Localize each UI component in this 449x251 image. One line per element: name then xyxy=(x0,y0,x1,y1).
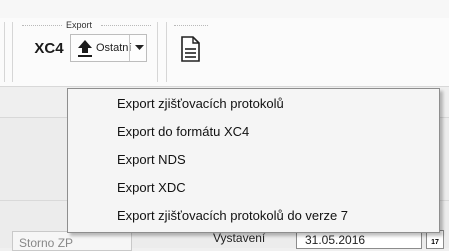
group-divider xyxy=(166,22,167,82)
group-divider xyxy=(4,22,5,82)
other-export-split-button[interactable]: Ostatní xyxy=(70,34,147,62)
chevron-down-icon[interactable] xyxy=(132,39,146,57)
export-group-label: Export xyxy=(66,20,93,30)
menu-item-export-nds[interactable]: Export NDS xyxy=(117,152,186,167)
menu-item-export-xc4[interactable]: Export do formátu XC4 xyxy=(117,124,249,139)
storno-field[interactable]: Storno ZP xyxy=(12,231,132,251)
group-divider xyxy=(12,22,13,82)
menu-item-export-protocols-v7[interactable]: Export zjišťovacích protokolů do verze 7 xyxy=(117,208,348,223)
group-divider xyxy=(157,22,158,82)
upload-arrow-icon xyxy=(76,38,94,58)
split-divider xyxy=(129,35,130,61)
menu-item-export-xdc[interactable]: Export XDC xyxy=(117,180,186,195)
xc4-export-button[interactable]: XC4 xyxy=(30,34,68,62)
ribbon-header-strip xyxy=(0,0,449,19)
group-header-dots xyxy=(101,25,151,26)
menu-item-export-protocols[interactable]: Export zjišťovacích protokolů xyxy=(117,96,284,111)
calendar-day: 17 xyxy=(431,239,439,246)
document-icon[interactable] xyxy=(175,34,205,64)
export-dropdown-menu: Export zjišťovacích protokolů Export do … xyxy=(67,88,440,233)
group-header-dots xyxy=(22,25,62,26)
other-export-label: Ostatní xyxy=(96,42,132,54)
group-header-dots xyxy=(174,25,208,26)
issued-label: Vystavení xyxy=(213,231,266,245)
